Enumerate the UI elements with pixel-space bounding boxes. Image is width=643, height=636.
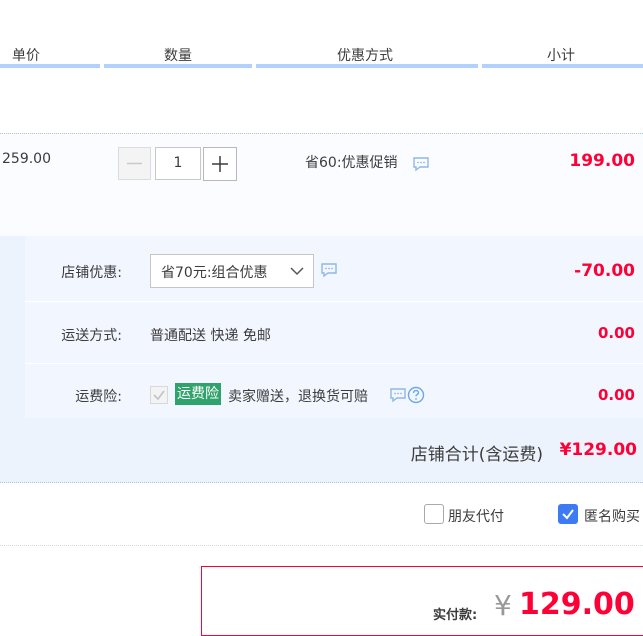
shop-discount-select[interactable]: 省70元:组合优惠: [150, 254, 314, 288]
checkmark-icon: [562, 509, 574, 520]
shipping-method-value: 普通配送 快递 免邮: [150, 328, 271, 344]
header-unit-price: 单价: [12, 48, 40, 64]
checkmark-icon: [153, 390, 165, 401]
header-underline: [0, 64, 100, 68]
header-discount-method: 优惠方式: [337, 48, 393, 64]
shop-discount-selected: 省70元:组合优惠: [161, 265, 268, 281]
shop-total-value: ¥129.00: [559, 440, 637, 460]
freight-insurance-label: 运费险:: [75, 389, 122, 405]
chat-bubble-icon[interactable]: [320, 262, 338, 278]
shop-discount-amount: -70.00: [574, 261, 635, 281]
freight-insurance-description: 卖家赠送，退换货可赔: [228, 389, 368, 405]
item-promotion: 省60:优惠促销: [305, 155, 398, 171]
friend-pay-checkbox[interactable]: [424, 504, 444, 524]
shipping-amount: 0.00: [597, 324, 635, 342]
unit-price: 259.00: [2, 151, 51, 167]
shop-discount-label: 店铺优惠:: [61, 265, 122, 281]
shop-summary: 店铺优惠: 省70元:组合优惠 -70.00 运送方式: 普通配送 快递 免邮 …: [0, 236, 643, 483]
header-underline: [256, 64, 478, 68]
minus-icon: [127, 162, 142, 165]
quantity-input[interactable]: 1: [155, 147, 201, 180]
anonymous-purchase-checkbox[interactable]: [558, 504, 578, 524]
order-options: 朋友代付 匿名购买: [0, 483, 643, 546]
header-quantity: 数量: [164, 48, 192, 64]
shop-total-label: 店铺合计(含运费): [410, 445, 543, 465]
quantity-increase-button[interactable]: [203, 147, 237, 181]
freight-insurance-tag: 运费险: [175, 383, 221, 405]
quantity-decrease-button[interactable]: [118, 147, 151, 180]
help-circle-icon[interactable]: [407, 386, 425, 404]
payment-amount: 129.00: [519, 587, 635, 622]
plus-icon: [212, 156, 228, 172]
freight-insurance-amount: 0.00: [597, 386, 635, 404]
header-subtotal: 小计: [547, 48, 575, 64]
freight-insurance-checkbox: [150, 386, 168, 404]
actual-payment-label: 实付款:: [433, 608, 478, 623]
payment-currency: ¥: [494, 589, 512, 622]
chat-bubble-icon[interactable]: [412, 156, 430, 172]
row-divider: [25, 363, 643, 364]
shipping-method-label: 运送方式:: [61, 328, 122, 344]
chat-bubble-icon[interactable]: [389, 387, 407, 403]
order-table-header: 单价 数量 优惠方式 小计: [0, 0, 643, 70]
friend-pay-label[interactable]: 朋友代付: [448, 506, 504, 526]
header-underline: [482, 64, 643, 68]
header-underline: [104, 64, 252, 68]
payment-summary-box: 实付款: ¥ 129.00: [201, 566, 643, 636]
chevron-down-icon: [290, 267, 304, 276]
shop-total-row: 店铺合计(含运费) ¥129.00: [0, 418, 643, 483]
anonymous-purchase-label[interactable]: 匿名购买: [584, 506, 640, 526]
row-divider: [25, 301, 643, 302]
order-item-row: 259.00 1 省60:优惠促销 199.00: [0, 133, 643, 238]
item-subtotal: 199.00: [569, 151, 635, 171]
